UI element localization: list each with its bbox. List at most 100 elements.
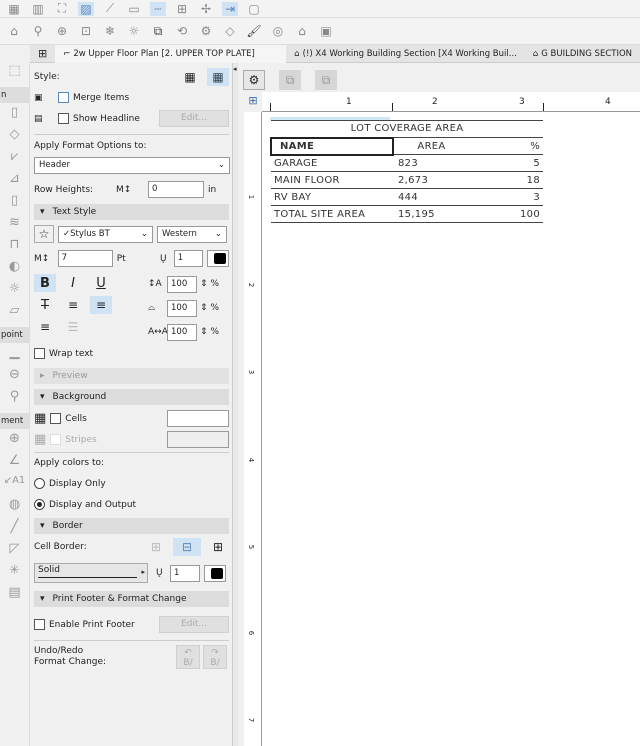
slab-icon[interactable]: ◇ [0, 127, 29, 149]
spinner-icon[interactable]: ⇕ [200, 303, 208, 313]
align-left-icon[interactable]: ≡ [62, 296, 84, 314]
tool-icon[interactable]: ▢ [246, 2, 262, 16]
cell-percent[interactable]: 3 [469, 188, 543, 206]
line-type-select[interactable]: Solid ▸ [34, 563, 148, 583]
door-icon[interactable]: ▯ [0, 193, 29, 215]
tab-building-section-g[interactable]: ⌂ G BUILDING SECTION [525, 49, 640, 59]
spinner-icon[interactable]: ⇕ [200, 327, 208, 337]
cell-name[interactable]: MAIN FLOOR [271, 171, 393, 189]
horizontal-ruler[interactable]: 1 2 3 4 [262, 92, 640, 112]
display-output-radio[interactable] [34, 499, 45, 510]
brush-icon[interactable]: 🖌 [246, 24, 262, 38]
header-cell-area[interactable]: AREA [393, 137, 469, 155]
border-inner-icon[interactable]: ⊟ [173, 538, 201, 556]
toolbox-group-label[interactable]: n [0, 87, 29, 103]
schedule-table[interactable]: LOT COVERAGE AREA NAME AREA % GARAGE 823 5… [270, 120, 543, 223]
tool-icon[interactable]: ⊞ [174, 2, 190, 16]
walk-icon[interactable]: ⚲ [30, 24, 46, 38]
hatch-icon[interactable]: ▨ [78, 1, 94, 16]
redo-format-button[interactable]: ↷ B/ [203, 645, 227, 669]
style-grid-icon[interactable]: ▦ [179, 68, 201, 86]
favorites-star-icon[interactable]: ☆ [34, 225, 54, 243]
marquee-icon[interactable]: ⬚ [0, 63, 29, 85]
cell-area[interactable]: 15,195 [393, 205, 469, 223]
show-headline-checkbox[interactable] [58, 113, 69, 124]
text-color-swatch[interactable] [207, 250, 229, 267]
underline-button[interactable]: U [90, 274, 112, 292]
undo-format-button[interactable]: ↶ B/ [176, 645, 200, 669]
tool-icon[interactable]: ▣ [318, 24, 334, 38]
cell-name[interactable]: RV BAY [271, 188, 393, 206]
tool-icon[interactable]: ⌂ [6, 24, 22, 38]
tool-icon[interactable]: ⚙ [198, 24, 214, 38]
align-right-icon[interactable]: ≡ [34, 318, 56, 336]
line-icon[interactable]: ╱ [0, 519, 29, 541]
row-heights-input[interactable]: 0 [148, 181, 204, 198]
headline-edit-button[interactable]: Edit... [159, 110, 229, 127]
print-footer-section-header[interactable]: ▾ Print Footer & Format Change [34, 591, 229, 607]
bold-button[interactable]: B [34, 274, 56, 292]
toolbox-group-label[interactable]: point [0, 327, 29, 343]
lamp-icon[interactable]: ☼ [0, 281, 29, 303]
zone-icon[interactable]: ▁ [0, 345, 29, 367]
tool-icon[interactable]: ⊕ [54, 24, 70, 38]
polyline-icon[interactable]: ◸ [0, 541, 29, 563]
tab-floor-plan[interactable]: ⌐ 2w Upper Floor Plan [2. UPPER TOP PLATE… [55, 44, 287, 63]
cells-checkbox[interactable] [50, 413, 62, 424]
tool-icon[interactable]: ⊡ [78, 24, 94, 38]
tool-icon[interactable]: ⛶ [54, 1, 70, 16]
apply-format-select[interactable]: Header ⌄ [34, 157, 230, 174]
cell-area[interactable]: 823 [393, 154, 469, 172]
align-justify-icon[interactable]: ☰ [62, 318, 84, 336]
italic-button[interactable]: I [62, 274, 84, 292]
preview-section-header[interactable]: ▸ Preview [34, 368, 229, 384]
label-icon[interactable]: ↙A1 [0, 475, 29, 497]
header-cell-name[interactable]: NAME [270, 136, 394, 156]
width-factor-input[interactable]: 100 [167, 299, 197, 317]
border-all-icon[interactable]: ⊞ [207, 538, 229, 556]
display-only-radio[interactable] [34, 478, 45, 489]
vertical-ruler[interactable]: 1 2 3 4 5 6 7 [244, 112, 262, 746]
stair-icon[interactable]: ≋ [0, 215, 29, 237]
tab-building-section-x4[interactable]: ⌂ (!) X4 Working Building Section [X4 Wor… [286, 49, 525, 59]
schedule-title[interactable]: LOT COVERAGE AREA [271, 120, 543, 138]
align-center-icon[interactable]: ≡ [90, 296, 112, 314]
camera-icon[interactable]: ◎ [270, 24, 286, 38]
curtain-wall-icon[interactable]: ▱ [0, 303, 29, 325]
tool-icon[interactable]: ☼ [126, 24, 142, 38]
spinner-icon[interactable]: ⇕ [200, 279, 208, 289]
wrap-text-checkbox[interactable] [34, 348, 45, 359]
stripes-color-field[interactable] [167, 431, 229, 448]
table-row[interactable]: TOTAL SITE AREA 15,195 100 [271, 205, 543, 223]
footer-edit-button[interactable]: Edit... [159, 616, 229, 633]
railing-icon[interactable]: ⊿ [0, 171, 29, 193]
strikethrough-button[interactable]: T [34, 296, 56, 314]
tool-icon[interactable]: ◇ [222, 24, 238, 38]
angle-icon[interactable]: ∠ [0, 453, 29, 475]
section-tool-icon[interactable]: ⊖ [0, 367, 29, 389]
stripes-checkbox[interactable] [50, 434, 62, 445]
hotspot-icon[interactable]: ✳ [0, 563, 29, 585]
fill-icon[interactable]: ◍ [0, 497, 29, 519]
roof-icon[interactable]: ⩗ [0, 149, 29, 171]
char-spacing-input[interactable]: 100 [167, 323, 197, 341]
cell-percent[interactable]: 100 [469, 205, 543, 223]
object-icon[interactable]: ⊓ [0, 237, 29, 259]
drawing-icon[interactable]: ▤ [0, 585, 29, 607]
header-cell-percent[interactable]: % [469, 137, 543, 155]
tool-icon[interactable]: ⇥ [222, 1, 238, 16]
tool-icon[interactable]: ⟋ [102, 1, 118, 16]
table-row[interactable]: MAIN FLOOR 2,673 18 [271, 171, 543, 189]
tool-icon[interactable]: ▦ [6, 2, 22, 16]
layers-icon[interactable]: ⧉ [150, 24, 166, 39]
table-row[interactable]: RV BAY 444 3 [271, 188, 543, 206]
background-section-header[interactable]: ▾ Background [34, 389, 229, 405]
tab-grid-icon[interactable]: ⊞ [30, 47, 55, 60]
settings-gear-icon[interactable]: ⚙ [243, 70, 265, 90]
font-select[interactable]: ✓Stylus BT ⌄ [58, 225, 153, 243]
border-color-swatch[interactable] [204, 564, 226, 582]
dimension-icon[interactable]: ⊕ [0, 431, 29, 453]
insert-column-icon[interactable]: ⊞ [244, 94, 262, 112]
tool-icon[interactable]: ┄ [150, 1, 166, 16]
cell-area[interactable]: 444 [393, 188, 469, 206]
